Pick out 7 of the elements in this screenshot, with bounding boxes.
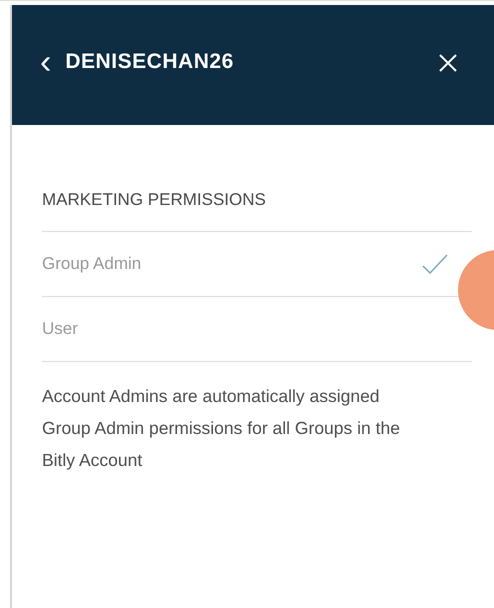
close-icon (438, 53, 458, 73)
back-button[interactable]: ‹ (40, 45, 52, 79)
panel-title: DENISECHAN26 (65, 49, 234, 76)
permission-option[interactable]: User (42, 296, 472, 362)
permission-option[interactable]: Group Admin (42, 232, 472, 296)
info-text: Account Admins are automatically assigned Group Admin permissions for all Groups in the Bitly Account (42, 384, 401, 472)
check-icon (422, 254, 448, 274)
